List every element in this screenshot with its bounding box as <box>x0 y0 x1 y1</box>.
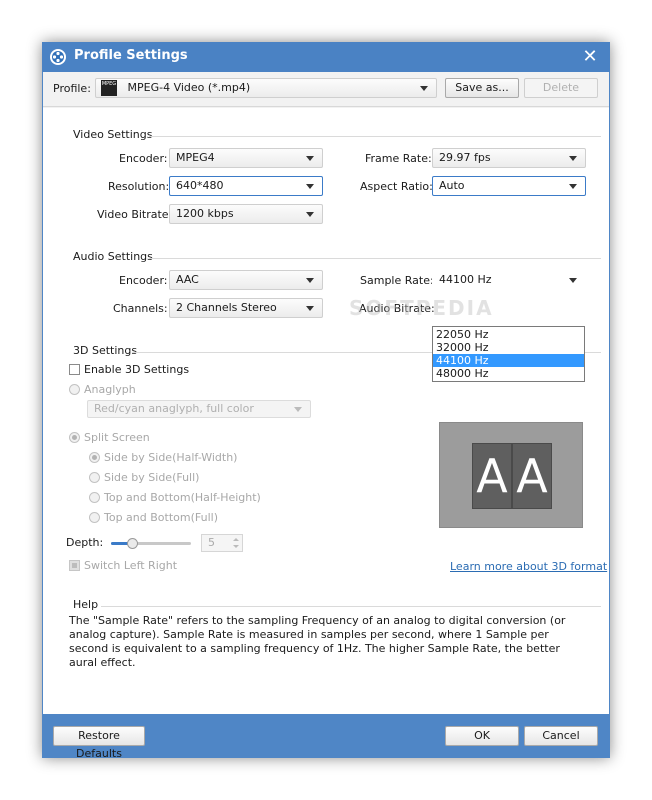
frame-rate-value: 29.97 fps <box>439 151 491 164</box>
dialog-client: Profile: MPEG-4 Video (*.mp4) MPEG Save … <box>43 72 609 760</box>
channels-select[interactable]: 2 Channels Stereo <box>169 298 323 318</box>
anaglyph-mode-select[interactable]: Red/cyan anaglyph, full color <box>87 400 311 418</box>
chevron-down-icon <box>306 212 314 217</box>
resolution-value: 640*480 <box>176 179 224 192</box>
help-title: Help <box>73 598 99 611</box>
switch-left-right-checkbox[interactable] <box>69 560 80 571</box>
title-bar: Profile Settings ✕ <box>42 42 610 72</box>
chevron-down-icon <box>294 407 302 412</box>
sample-rate-option[interactable]: 22050 Hz <box>433 328 584 341</box>
audio-encoder-select[interactable]: AAC <box>169 270 323 290</box>
help-text: The "Sample Rate" refers to the sampling… <box>69 614 566 669</box>
split-screen-label: Split Screen <box>84 431 150 444</box>
split-option-label: Top and Bottom(Half-Height) <box>104 491 261 504</box>
anaglyph-radio[interactable] <box>69 384 80 395</box>
channels-value: 2 Channels Stereo <box>176 301 277 314</box>
sample-rate-dropdown-list: 22050 Hz 32000 Hz 44100 Hz 48000 Hz <box>432 326 585 382</box>
dialog-footer: Restore Defaults OK Cancel <box>43 714 609 760</box>
settings-body: Video Settings Encoder: MPEG4 Resolution… <box>43 108 609 714</box>
split-option-radio[interactable] <box>89 492 100 503</box>
profile-settings-window: Profile Settings ✕ Profile: MPEG-4 Video… <box>42 42 610 760</box>
enable-3d-label: Enable 3D Settings <box>84 363 190 376</box>
restore-defaults-button[interactable]: Restore Defaults <box>53 726 145 760</box>
channels-label: Channels: <box>113 302 168 315</box>
sample-rate-label: Sample Rate: <box>360 274 434 287</box>
chevron-down-icon <box>306 184 314 189</box>
video-bitrate-label: Video Bitrate: <box>97 208 173 221</box>
video-bitrate-value: 1200 kbps <box>176 207 234 220</box>
audio-encoder-value: AAC <box>176 273 199 286</box>
profile-bar: Profile: MPEG-4 Video (*.mp4) MPEG Save … <box>43 72 609 107</box>
learn-more-3d-link[interactable]: Learn more about 3D format <box>450 560 607 573</box>
resolution-label: Resolution: <box>108 180 170 193</box>
softpedia-watermark: SOFTPEDIA <box>349 296 494 320</box>
frame-rate-select[interactable]: 29.97 fps <box>432 148 586 168</box>
switch-left-right-label: Switch Left Right <box>84 559 178 572</box>
sample-rate-option[interactable]: 32000 Hz <box>433 341 584 354</box>
split-option-label: Top and Bottom(Full) <box>104 511 218 524</box>
audio-encoder-label: Encoder: <box>119 274 168 287</box>
aspect-ratio-value: Auto <box>439 179 465 192</box>
ok-button[interactable]: OK <box>445 726 519 746</box>
window-title: Profile Settings <box>74 48 188 63</box>
video-section-divider <box>149 136 601 137</box>
mpeg-file-icon: MPEG <box>101 80 117 96</box>
delete-button[interactable]: Delete <box>524 78 598 98</box>
3d-settings-title: 3D Settings <box>73 344 138 357</box>
depth-slider-thumb[interactable] <box>127 538 138 549</box>
film-reel-icon <box>50 49 66 65</box>
chevron-down-icon <box>569 184 577 189</box>
aspect-ratio-select[interactable]: Auto <box>432 176 586 196</box>
video-settings-title: Video Settings <box>73 128 153 141</box>
chevron-down-icon <box>306 278 314 283</box>
audio-section-divider <box>149 258 601 259</box>
depth-spinner[interactable]: 5 <box>201 534 243 552</box>
split-option-label: Side by Side(Full) <box>104 471 200 484</box>
video-encoder-label: Encoder: <box>119 152 168 165</box>
sample-rate-option[interactable]: 48000 Hz <box>433 367 584 380</box>
split-option-radio[interactable] <box>89 472 100 483</box>
profile-label: Profile: <box>53 82 91 95</box>
chevron-down-icon <box>306 156 314 161</box>
preview-letter-left: A <box>472 443 512 509</box>
preview-letter-right: A <box>512 443 552 509</box>
sample-rate-value: 44100 Hz <box>439 273 492 286</box>
split-option-radio[interactable] <box>89 452 100 463</box>
chevron-down-icon <box>306 306 314 311</box>
split-option-label: Side by Side(Half-Width) <box>104 451 238 464</box>
split-screen-radio[interactable] <box>69 432 80 443</box>
chevron-down-icon <box>569 156 577 161</box>
cancel-button[interactable]: Cancel <box>524 726 598 746</box>
close-icon[interactable]: ✕ <box>580 46 600 68</box>
3d-preview-image: A A <box>439 422 583 528</box>
anaglyph-mode-value: Red/cyan anaglyph, full color <box>94 402 254 415</box>
aspect-ratio-label: Aspect Ratio: <box>360 180 433 193</box>
video-encoder-select[interactable]: MPEG4 <box>169 148 323 168</box>
chevron-down-icon <box>420 86 428 91</box>
profile-select[interactable]: MPEG-4 Video (*.mp4) <box>95 78 437 98</box>
sample-rate-option-selected[interactable]: 44100 Hz <box>433 354 584 367</box>
save-as-button[interactable]: Save as... <box>445 78 519 98</box>
resolution-select[interactable]: 640*480 <box>169 176 323 196</box>
depth-label: Depth: <box>66 536 104 549</box>
audio-settings-title: Audio Settings <box>73 250 153 263</box>
video-encoder-value: MPEG4 <box>176 151 215 164</box>
video-bitrate-select[interactable]: 1200 kbps <box>169 204 323 224</box>
enable-3d-checkbox[interactable] <box>69 364 80 375</box>
chevron-down-icon <box>569 278 577 283</box>
anaglyph-label: Anaglyph <box>84 383 136 396</box>
split-option-radio[interactable] <box>89 512 100 523</box>
help-section-divider <box>101 606 601 607</box>
depth-value: 5 <box>208 536 215 549</box>
profile-value: MPEG-4 Video (*.mp4) <box>127 81 251 94</box>
frame-rate-label: Frame Rate: <box>365 152 432 165</box>
sample-rate-select[interactable]: 44100 Hz <box>432 270 586 290</box>
